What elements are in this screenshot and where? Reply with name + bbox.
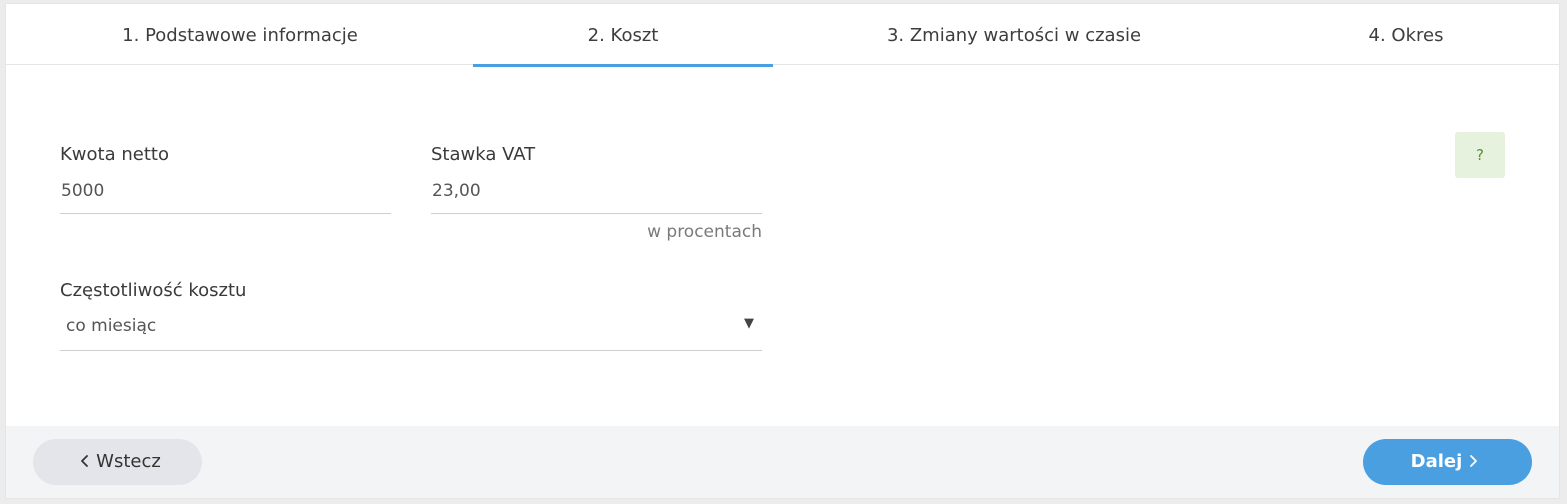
frequency-selected-value: co miesiąc — [66, 316, 157, 336]
vat-rate-label: Stawka VAT — [431, 144, 536, 165]
net-amount-input[interactable] — [60, 178, 391, 214]
help-button[interactable]: ? — [1455, 132, 1505, 178]
wizard-tabs: 1. Podstawowe informacje 2. Koszt 3. Zmi… — [6, 4, 1559, 67]
vat-rate-hint: w procentach — [647, 222, 762, 242]
frequency-select[interactable]: co miesiąc ▼ — [60, 312, 762, 351]
caret-down-icon: ▼ — [744, 316, 754, 331]
tab-cost[interactable]: 2. Koszt — [473, 4, 773, 67]
frequency-label: Częstotliwość kosztu — [60, 280, 247, 301]
wizard-footer: Wstecz Dalej — [6, 426, 1559, 498]
tab-basic-info[interactable]: 1. Podstawowe informacje — [90, 4, 390, 64]
tab-period[interactable]: 4. Okres — [1256, 4, 1556, 64]
chevron-left-icon — [80, 439, 90, 485]
wizard-card: 1. Podstawowe informacje 2. Koszt 3. Zmi… — [6, 4, 1559, 498]
next-button[interactable]: Dalej — [1363, 439, 1532, 485]
tab-value-changes[interactable]: 3. Zmiany wartości w czasie — [864, 4, 1164, 64]
back-button[interactable]: Wstecz — [33, 439, 202, 485]
vat-rate-input[interactable] — [431, 178, 762, 214]
next-button-label: Dalej — [1410, 451, 1463, 472]
net-amount-label: Kwota netto — [60, 144, 169, 165]
back-button-label: Wstecz — [96, 451, 161, 472]
chevron-right-icon — [1468, 439, 1478, 485]
